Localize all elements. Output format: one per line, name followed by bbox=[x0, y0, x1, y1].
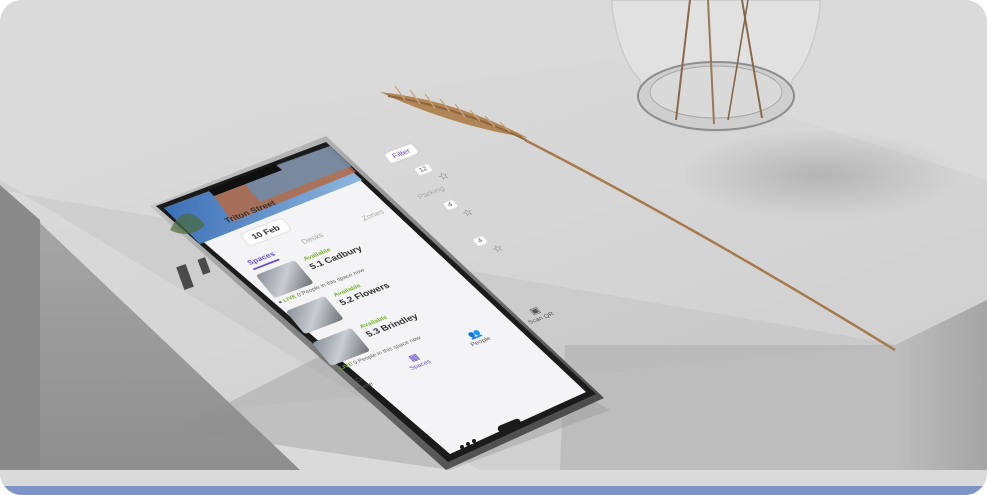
star-icon[interactable]: ☆ bbox=[489, 242, 506, 255]
star-icon[interactable]: ☆ bbox=[459, 206, 476, 219]
tab-desks[interactable]: Desks bbox=[299, 231, 325, 245]
date-picker[interactable]: 10 Feb bbox=[238, 217, 293, 248]
bottom-accent-bar bbox=[0, 486, 987, 495]
filter-button[interactable]: Filter bbox=[382, 142, 421, 165]
space-capacity: 4 bbox=[441, 198, 460, 212]
location-label[interactable]: Triton Street bbox=[222, 199, 277, 225]
photo-frame: Triton Street Filter 10 Feb 12 ☆ Spaces … bbox=[0, 0, 987, 495]
live-label: LIVE bbox=[338, 362, 355, 372]
star-icon[interactable]: ☆ bbox=[435, 170, 452, 182]
tab-zones[interactable]: Zones bbox=[360, 208, 386, 222]
tab-parking[interactable]: Parking bbox=[416, 184, 447, 200]
live-label: LIVE bbox=[282, 294, 299, 304]
space-capacity: 4 bbox=[471, 234, 490, 248]
capacity-badge: 12 bbox=[412, 162, 435, 177]
